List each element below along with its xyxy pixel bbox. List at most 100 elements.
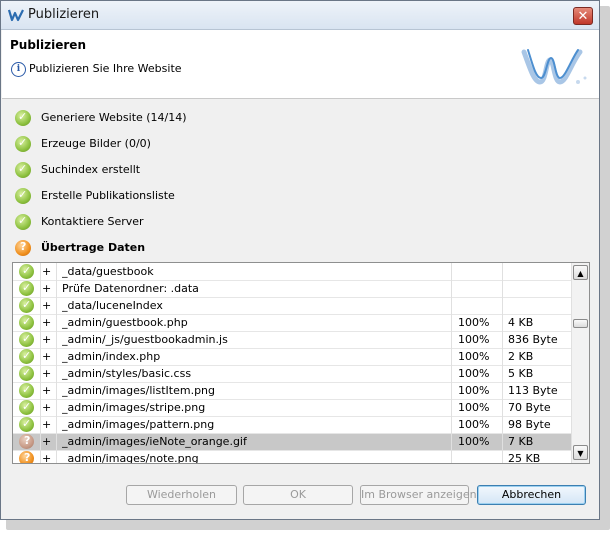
- app-logo-icon: [8, 9, 24, 22]
- operation-cell: +: [42, 452, 52, 464]
- progress-cell: 100%: [458, 384, 490, 397]
- size-cell: 113 Byte: [508, 384, 558, 397]
- retry-button[interactable]: Wiederholen: [126, 485, 237, 505]
- size-cell: 2 KB: [508, 350, 534, 363]
- size-cell: 98 Byte: [508, 418, 551, 431]
- scroll-up-button[interactable]: ▲: [573, 265, 588, 280]
- scroll-thumb[interactable]: [573, 319, 588, 328]
- page-subtitle: Publizieren Sie Ihre Website: [29, 62, 182, 75]
- table-row[interactable]: + _admin/images/ieNote_orange.gif 100% 7 KB: [13, 433, 572, 451]
- check-icon: [19, 264, 34, 279]
- title-bar[interactable]: Publizieren ✕: [1, 1, 599, 30]
- operation-cell: +: [42, 435, 52, 448]
- ok-button[interactable]: OK: [243, 485, 353, 505]
- operation-cell: +: [42, 401, 52, 414]
- path-cell: _admin/images/listItem.png: [62, 384, 216, 397]
- step-label: Übertrage Daten: [41, 241, 146, 254]
- check-icon: [19, 417, 34, 432]
- in-progress-icon: [15, 240, 31, 256]
- size-cell: 4 KB: [508, 316, 534, 329]
- operation-cell: +: [42, 282, 52, 295]
- step-label: Suchindex erstellt: [41, 163, 141, 176]
- check-icon: [15, 162, 31, 178]
- check-icon: [15, 136, 31, 152]
- operation-cell: +: [42, 265, 52, 278]
- size-cell: 25 KB: [508, 452, 541, 464]
- vertical-scrollbar[interactable]: ▲ ▼: [571, 263, 589, 463]
- size-cell: 7 KB: [508, 435, 534, 448]
- progress-cell: 100%: [458, 435, 490, 448]
- step-label: Erzeuge Bilder (0/0): [41, 137, 151, 150]
- check-icon: [15, 188, 31, 204]
- path-cell: _admin/styles/basic.css: [62, 367, 192, 380]
- check-icon: [19, 383, 34, 398]
- table-row[interactable]: + _admin/images/listItem.png 100% 113 Byte: [13, 382, 572, 400]
- scroll-down-button[interactable]: ▼: [573, 445, 588, 460]
- table-row[interactable]: + _admin/images/stripe.png 100% 70 Byte: [13, 399, 572, 417]
- file-transfer-list[interactable]: + _admin/images/note.png 25 KB + _admin/imag…: [12, 262, 590, 464]
- table-row[interactable]: + Prüfe Datenordner: .data: [13, 280, 572, 298]
- table-row[interactable]: + _admin/guestbook.php 100% 4 KB: [13, 314, 572, 332]
- progress-cell: 100%: [458, 350, 490, 363]
- step-label: Kontaktiere Server: [41, 215, 144, 228]
- operation-cell: +: [42, 350, 52, 363]
- path-cell: _admin/images/pattern.png: [62, 418, 215, 431]
- check-icon: [15, 110, 31, 126]
- table-row[interactable]: + _admin/styles/basic.css 100% 5 KB: [13, 365, 572, 383]
- window-title: Publizieren: [28, 7, 100, 22]
- publish-dialog: Publizieren ✕ Publizieren i Publizieren …: [0, 0, 600, 520]
- path-cell: Prüfe Datenordner: .data: [62, 282, 199, 295]
- path-cell: _admin/index.php: [62, 350, 161, 363]
- operation-cell: +: [42, 418, 52, 431]
- table-row[interactable]: + _data/guestbook: [13, 263, 572, 281]
- table-row[interactable]: + _admin/images/note.png 25 KB: [13, 450, 572, 464]
- step-label: Generiere Website (14/14): [41, 111, 187, 124]
- check-icon: [19, 349, 34, 364]
- info-icon: i: [11, 62, 26, 77]
- path-cell: _admin/_js/guestbookadmin.js: [62, 333, 228, 346]
- in-progress-icon: [19, 434, 34, 449]
- path-cell: _admin/images/note.png: [62, 452, 199, 464]
- operation-cell: +: [42, 299, 52, 312]
- operation-cell: +: [42, 384, 52, 397]
- check-icon: [19, 366, 34, 381]
- close-button[interactable]: ✕: [573, 7, 593, 25]
- size-cell: 836 Byte: [508, 333, 558, 346]
- in-progress-icon: [19, 451, 34, 463]
- operation-cell: +: [42, 333, 52, 346]
- check-icon: [19, 400, 34, 415]
- close-icon: ✕: [577, 9, 589, 24]
- progress-cell: 100%: [458, 401, 490, 414]
- check-icon: [15, 214, 31, 230]
- cancel-button[interactable]: Abbrechen: [477, 485, 586, 505]
- check-icon: [19, 315, 34, 330]
- column-divider: [40, 263, 41, 463]
- path-cell: _data/luceneIndex: [62, 299, 163, 312]
- operation-cell: +: [42, 316, 52, 329]
- table-row[interactable]: + _admin/_js/guestbookadmin.js 100% 836 Byt…: [13, 331, 572, 349]
- table-row[interactable]: + _admin/index.php 100% 2 KB: [13, 348, 572, 366]
- column-divider: [502, 263, 503, 463]
- size-cell: 5 KB: [508, 367, 534, 380]
- column-divider: [451, 263, 452, 463]
- check-icon: [19, 298, 34, 313]
- header-banner: Publizieren i Publizieren Sie Ihre Websi…: [2, 30, 599, 99]
- progress-cell: 100%: [458, 333, 490, 346]
- progress-cell: 100%: [458, 316, 490, 329]
- step-label: Erstelle Publikationsliste: [41, 189, 175, 202]
- column-divider: [56, 263, 57, 463]
- brand-logo-icon: [521, 49, 587, 85]
- progress-cell: 100%: [458, 418, 490, 431]
- path-cell: _admin/images/ieNote_orange.gif: [62, 435, 247, 448]
- operation-cell: +: [42, 367, 52, 380]
- page-title: Publizieren: [10, 38, 86, 52]
- table-row[interactable]: + _admin/images/pattern.png 100% 98 Byte: [13, 416, 572, 434]
- check-icon: [19, 281, 34, 296]
- path-cell: _data/guestbook: [62, 265, 154, 278]
- path-cell: _admin/images/stripe.png: [62, 401, 206, 414]
- table-row[interactable]: + _data/luceneIndex: [13, 297, 572, 315]
- path-cell: _admin/guestbook.php: [62, 316, 188, 329]
- check-icon: [19, 332, 34, 347]
- progress-cell: 100%: [458, 367, 490, 380]
- open-in-browser-button[interactable]: Im Browser anzeigen: [360, 485, 477, 505]
